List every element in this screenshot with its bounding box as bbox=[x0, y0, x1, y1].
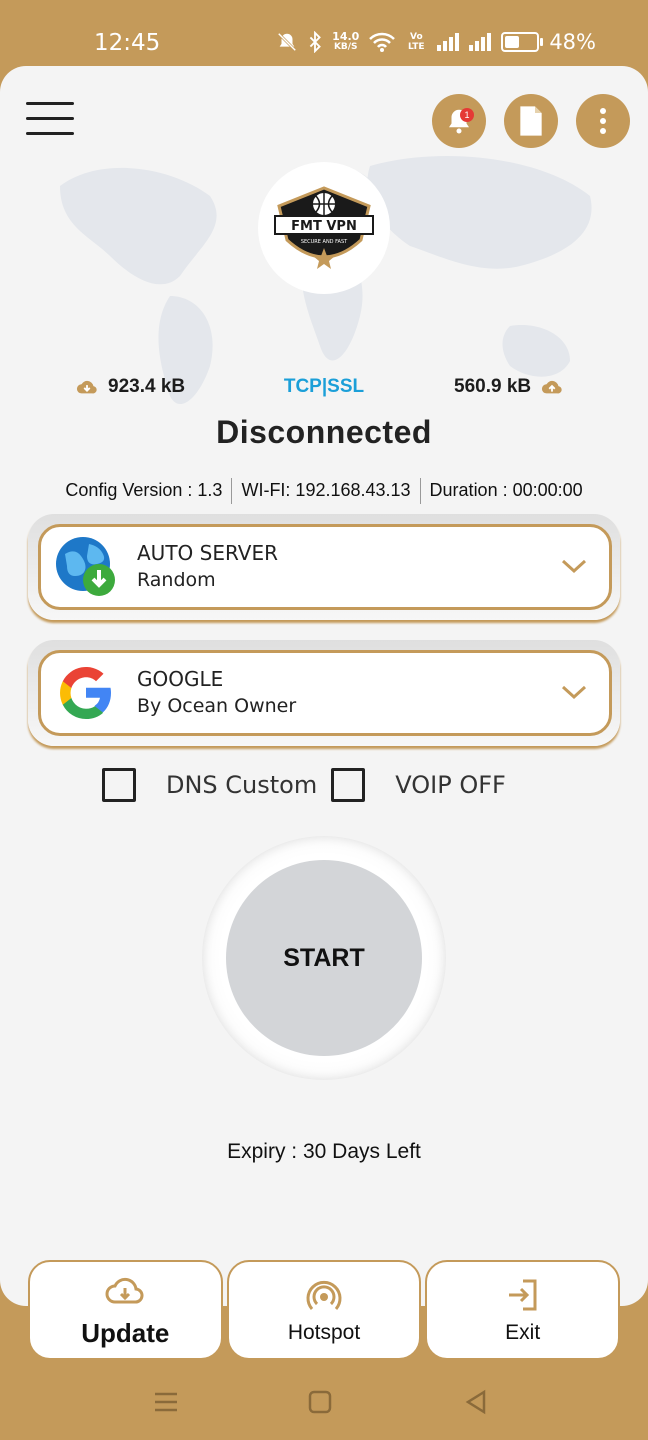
more-vertical-icon bbox=[600, 108, 606, 134]
hotspot-icon bbox=[306, 1280, 342, 1310]
server-subtitle: Random bbox=[137, 569, 216, 591]
update-label: Update bbox=[81, 1317, 170, 1348]
back-icon[interactable] bbox=[460, 1386, 492, 1418]
fmt-vpn-logo: FMT VPN SECURE AND FAST bbox=[274, 186, 374, 269]
net-speed-value: 14.0 bbox=[332, 30, 360, 43]
hotspot-label: Hotspot bbox=[287, 1321, 361, 1344]
globe-download-icon bbox=[56, 537, 115, 596]
payload-subtitle: By Ocean Owner bbox=[137, 695, 297, 717]
google-icon bbox=[60, 666, 111, 719]
dns-custom-label: DNS Custom bbox=[166, 771, 318, 799]
net-speed-unit: KB/S bbox=[333, 42, 358, 52]
more-options-button[interactable] bbox=[576, 94, 630, 148]
expiry-text: Expiry : 30 Days Left bbox=[227, 1140, 421, 1163]
start-button-ring: START bbox=[202, 836, 446, 1080]
net-speed: 14.0 KB/S bbox=[332, 30, 360, 52]
bottom-actions: Update Hotspot Exit bbox=[28, 1260, 621, 1360]
battery-percent: 48% bbox=[549, 30, 596, 54]
payload-selector[interactable]: GOOGLE By Ocean Owner bbox=[38, 650, 612, 736]
payload-selector-container: GOOGLE By Ocean Owner bbox=[28, 640, 620, 746]
chevron-down-icon bbox=[561, 685, 587, 700]
logs-button[interactable] bbox=[504, 94, 558, 148]
notification-badge: 1 bbox=[460, 108, 474, 122]
upload-value: 560.9 kB bbox=[454, 376, 532, 397]
upload-stat: 560.9 kB bbox=[454, 376, 563, 398]
main-card: 1 FMT VPN SECURE AND FAST 923.4 kB TCP|S… bbox=[0, 66, 648, 1306]
notifications-button[interactable]: 1 bbox=[432, 94, 486, 148]
hamburger-line bbox=[26, 117, 74, 120]
app-logo: FMT VPN SECURE AND FAST bbox=[258, 162, 390, 294]
recent-apps-icon[interactable] bbox=[150, 1386, 182, 1418]
signal-icon-2 bbox=[469, 33, 492, 51]
server-title: AUTO SERVER bbox=[137, 541, 278, 565]
update-button[interactable]: Update bbox=[28, 1260, 223, 1360]
home-icon[interactable] bbox=[304, 1386, 336, 1418]
bluetooth-icon bbox=[309, 31, 322, 53]
cloud-download-icon bbox=[105, 1277, 144, 1303]
chevron-down-icon bbox=[561, 559, 587, 574]
logo-text: FMT VPN bbox=[291, 219, 357, 234]
status-time: 12:45 bbox=[94, 30, 161, 56]
duration: Duration : 00:00:00 bbox=[429, 480, 583, 500]
volte-label: Vo LTE bbox=[408, 32, 425, 52]
server-selector[interactable]: AUTO SERVER Random bbox=[38, 524, 612, 610]
payload-title: GOOGLE bbox=[137, 667, 224, 691]
exit-icon bbox=[508, 1279, 537, 1311]
config-version: Config Version : 1.3 bbox=[65, 480, 223, 500]
system-nav-bar bbox=[0, 1364, 648, 1440]
voip-label: VOIP OFF bbox=[395, 771, 506, 799]
hamburger-line bbox=[26, 132, 74, 135]
status-icons: 14.0 KB/S Vo LTE 48% bbox=[276, 30, 596, 54]
wifi-ip: WI-FI: 192.168.43.13 bbox=[241, 480, 411, 500]
cloud-upload-icon bbox=[542, 380, 562, 394]
battery-icon bbox=[501, 32, 544, 52]
exit-button[interactable]: Exit bbox=[425, 1260, 621, 1360]
hamburger-line bbox=[26, 102, 74, 105]
connection-info: Config Version : 1.3 WI-FI: 192.168.43.1… bbox=[0, 478, 648, 504]
signal-icon bbox=[437, 33, 460, 51]
connection-status: Disconnected bbox=[216, 414, 432, 450]
server-selector-container: AUTO SERVER Random bbox=[28, 514, 620, 620]
menu-button[interactable] bbox=[26, 102, 74, 142]
wifi-icon bbox=[369, 32, 396, 52]
document-icon bbox=[520, 106, 542, 136]
hotspot-button[interactable]: Hotspot bbox=[226, 1260, 422, 1360]
logo-tagline: SECURE AND FAST bbox=[301, 239, 348, 245]
dns-custom-checkbox[interactable] bbox=[102, 768, 136, 802]
options-row: DNS Custom VOIP OFF bbox=[102, 768, 520, 802]
start-button[interactable]: START bbox=[226, 860, 422, 1056]
voip-checkbox[interactable] bbox=[331, 768, 366, 802]
mute-icon bbox=[277, 32, 297, 52]
battery-fill bbox=[505, 36, 519, 48]
exit-label: Exit bbox=[505, 1321, 541, 1344]
